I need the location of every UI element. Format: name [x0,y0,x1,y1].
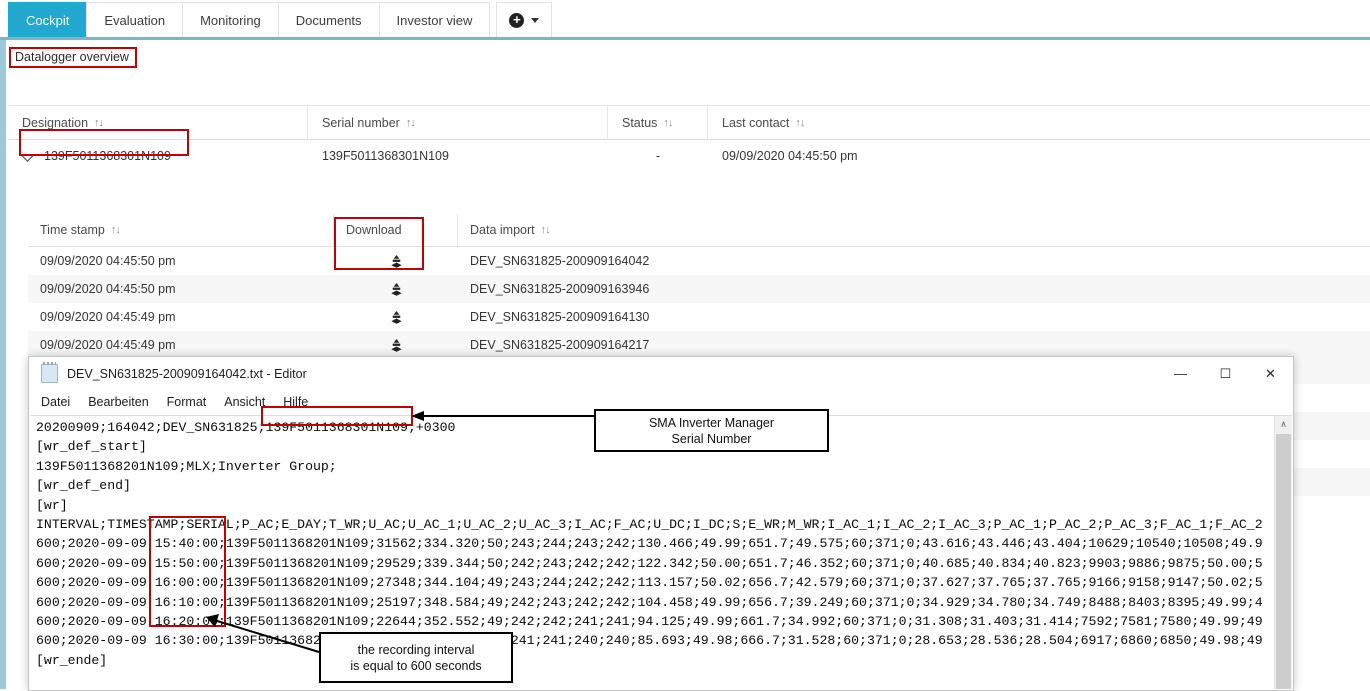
interval-callout-line-2: is equal to 600 seconds [350,658,481,674]
table-row[interactable]: 09/09/2020 04:45:50 pm DEV_SN631825-2009… [28,275,1370,303]
column-header-data-import[interactable]: Data import ↑↓ [458,214,758,246]
page-title-wrapper: Datalogger overview [9,47,137,68]
tab-documents[interactable]: Documents [278,2,380,38]
tab-bar: Cockpit Evaluation Monitoring Documents … [0,0,1370,37]
maximize-button[interactable]: ☐ [1203,357,1248,390]
chevron-expand-icon[interactable] [22,149,35,162]
chevron-down-icon [531,18,539,23]
cell-last-contact: 09/09/2020 04:45:50 pm [708,140,1008,171]
column-header-serial-number[interactable]: Serial number ↑↓ [308,106,608,139]
download-button[interactable] [334,247,458,275]
notepad-icon [41,364,58,383]
cell-time-stamp: 09/09/2020 04:45:49 pm [28,331,334,359]
table-row[interactable]: 09/09/2020 04:45:49 pm DEV_SN631825-2009… [28,331,1370,359]
cell-data-import: DEV_SN631825-200909164217 [458,331,758,359]
tab-monitoring[interactable]: Monitoring [182,2,279,38]
download-icon[interactable] [389,254,404,269]
notepad-window[interactable]: DEV_SN631825-200909164042.txt - Editor —… [28,356,1294,691]
notepad-body[interactable]: 20200909;164042;DEV_SN631825;139F5011368… [30,415,1292,689]
menu-item-bearbeiten[interactable]: Bearbeiten [88,395,148,409]
serial-number-callout-line-2: Serial Number [672,431,752,447]
table-row[interactable]: 09/09/2020 04:45:49 pm DEV_SN631825-2009… [28,303,1370,331]
download-button[interactable] [334,275,458,303]
notepad-title-bar[interactable]: DEV_SN631825-200909164042.txt - Editor —… [29,357,1293,390]
serial-number-callout: SMA Inverter Manager Serial Number [594,409,829,452]
tab-investor-view[interactable]: Investor view [379,2,491,38]
tab-cockpit[interactable]: Cockpit [8,2,87,38]
column-header-status[interactable]: Status ↑↓ [608,106,708,139]
sort-icon[interactable]: ↑↓ [406,117,415,129]
cell-data-import: DEV_SN631825-200909164130 [458,303,758,331]
sort-icon[interactable]: ↑↓ [795,117,804,129]
file-table-header: Time stamp ↑↓ Download Data import ↑↓ [28,214,1370,247]
column-header-designation[interactable]: Designation ↑↓ [8,106,308,139]
datalogger-table-header: Designation ↑↓ Serial number ↑↓ Status ↑… [8,105,1370,140]
column-header-last-contact[interactable]: Last contact ↑↓ [708,106,1008,139]
scrollbar-thumb[interactable] [1276,434,1291,689]
table-row[interactable]: 09/09/2020 04:45:50 pm DEV_SN631825-2009… [28,247,1370,275]
cell-time-stamp: 09/09/2020 04:45:50 pm [28,247,334,275]
plus-circle-icon: + [509,13,524,28]
cell-time-stamp: 09/09/2020 04:45:50 pm [28,275,334,303]
tab-list: Cockpit Evaluation Monitoring Documents … [8,2,552,37]
cell-designation[interactable]: 139F5011368301N109 [8,140,308,171]
cell-serial-number: 139F5011368301N109 [308,140,608,171]
window-controls: — ☐ ✕ [1158,357,1293,390]
download-icon[interactable] [389,310,404,325]
minimize-button[interactable]: — [1158,357,1203,390]
sort-icon[interactable]: ↑↓ [111,224,120,236]
download-icon[interactable] [389,282,404,297]
sort-icon[interactable]: ↑↓ [663,117,672,129]
column-header-download[interactable]: Download [334,214,458,246]
download-button[interactable] [334,303,458,331]
cell-data-import: DEV_SN631825-200909163946 [458,275,758,303]
menu-item-ansicht[interactable]: Ansicht [224,395,265,409]
cell-time-stamp: 09/09/2020 04:45:49 pm [28,303,334,331]
interval-callout: the recording interval is equal to 600 s… [319,632,513,683]
scroll-up-arrow[interactable]: ∧ [1275,416,1292,433]
page-title: Datalogger overview [9,47,137,68]
sort-icon[interactable]: ↑↓ [541,224,550,236]
menu-item-datei[interactable]: Datei [41,395,70,409]
download-icon[interactable] [389,338,404,353]
table-row[interactable]: 139F5011368301N109 139F5011368301N109 - … [8,140,1370,171]
column-header-time-stamp[interactable]: Time stamp ↑↓ [28,214,334,246]
add-tab-button[interactable]: + [496,2,552,38]
notepad-title-text: DEV_SN631825-200909164042.txt - Editor [67,367,307,381]
menu-item-hilfe[interactable]: Hilfe [283,395,308,409]
datalogger-table: Designation ↑↓ Serial number ↑↓ Status ↑… [8,105,1370,171]
cell-data-import: DEV_SN631825-200909164042 [458,247,758,275]
cell-status: - [608,140,708,171]
designation-value: 139F5011368301N109 [44,149,171,163]
menu-item-format[interactable]: Format [167,395,207,409]
sort-icon[interactable]: ↑↓ [94,117,103,129]
serial-number-callout-line-1: SMA Inverter Manager [649,415,774,431]
tab-evaluation[interactable]: Evaluation [86,2,183,38]
interval-callout-line-1: the recording interval [358,642,475,658]
vertical-scrollbar[interactable]: ∧ [1274,416,1292,689]
tab-bar-underline [0,37,1370,40]
file-table: Time stamp ↑↓ Download Data import ↑↓ 09… [28,214,1370,359]
download-button[interactable] [334,331,458,359]
notepad-text-content[interactable]: 20200909;164042;DEV_SN631825;139F5011368… [36,418,1273,689]
close-button[interactable]: ✕ [1248,357,1293,390]
